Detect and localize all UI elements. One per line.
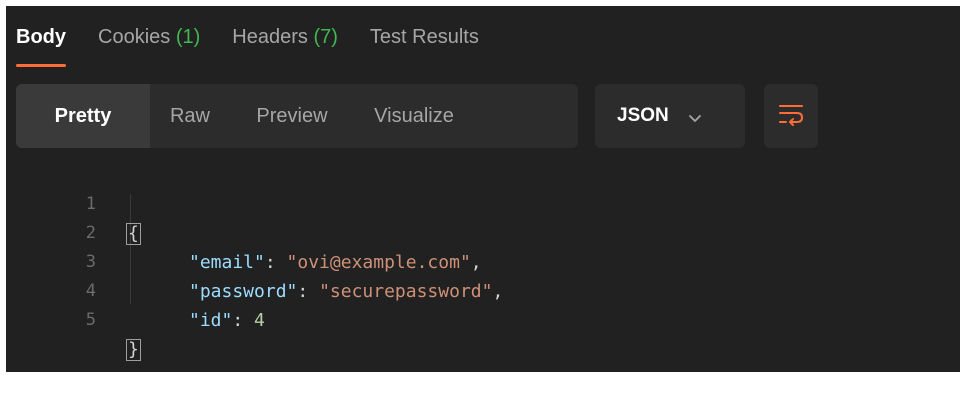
- tab-cookies-count: (1): [175, 26, 201, 48]
- chevron-down-icon: [687, 111, 703, 122]
- tab-test-results[interactable]: Test Results: [370, 6, 479, 49]
- code-line: 5 }: [6, 277, 960, 361]
- response-panel: Body Cookies (1) Headers (7) Test Result…: [6, 6, 960, 372]
- json-key: "id": [189, 310, 233, 331]
- tab-headers[interactable]: Headers (7): [232, 6, 338, 49]
- view-visualize-button[interactable]: Visualize: [354, 84, 474, 148]
- tab-headers-count: (7): [313, 26, 338, 48]
- tab-test-results-label: Test Results: [369, 26, 479, 48]
- word-wrap-button[interactable]: [764, 84, 818, 148]
- tab-cookies[interactable]: Cookies (1): [98, 6, 200, 49]
- json-field-id: "id": 4: [189, 310, 265, 331]
- tab-body-label: Body: [16, 26, 66, 48]
- code-line: 3 "password": "securepassword",: [6, 219, 960, 302]
- tab-cookies-label: Cookies: [98, 26, 171, 48]
- language-select-value: JSON: [617, 105, 669, 126]
- tab-headers-label: Headers: [232, 26, 308, 48]
- code-line: 4 "id": 4: [6, 248, 960, 331]
- view-preview-button[interactable]: Preview: [230, 84, 354, 148]
- word-wrap-icon: [777, 102, 805, 131]
- view-mode-group: Pretty Raw Preview Visualize: [16, 84, 578, 148]
- code-viewer[interactable]: 1 { 2 "email": "ovi@example.com", 3 "pas…: [6, 161, 960, 361]
- line-number: 5: [85, 310, 96, 330]
- active-tab-indicator: [16, 64, 66, 67]
- language-select[interactable]: JSON: [595, 84, 745, 148]
- code-line: 1 {: [6, 161, 960, 245]
- response-tabs: Body Cookies (1) Headers (7) Test Result…: [6, 6, 501, 72]
- json-value: 4: [254, 310, 265, 331]
- view-raw-button[interactable]: Raw: [150, 84, 230, 148]
- close-brace: }: [126, 339, 141, 361]
- view-pretty-button[interactable]: Pretty: [16, 84, 150, 148]
- code-line: 2 "email": "ovi@example.com",: [6, 190, 960, 273]
- tab-body[interactable]: Body: [16, 6, 66, 67]
